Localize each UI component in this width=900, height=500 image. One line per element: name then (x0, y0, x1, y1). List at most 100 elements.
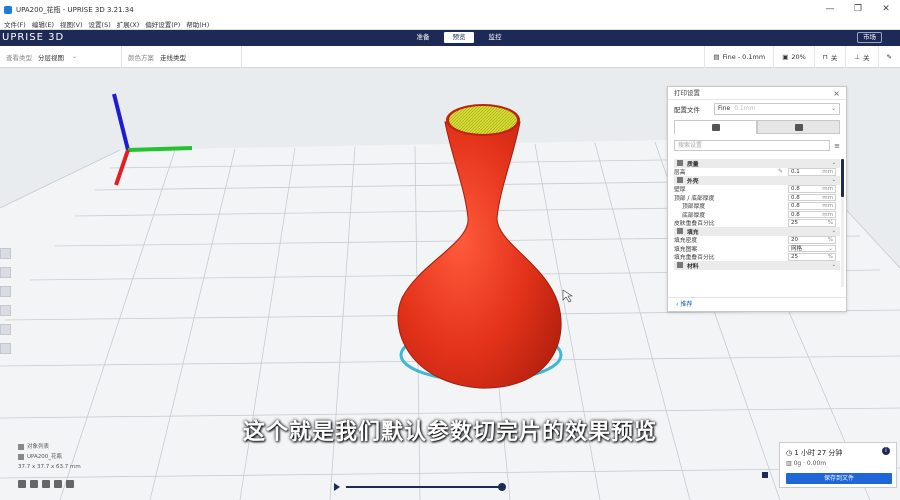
setting-value-input[interactable]: 0.8 mm (788, 210, 836, 218)
mirror-tool-icon[interactable] (0, 305, 11, 316)
close-icon[interactable]: × (833, 87, 840, 100)
setting-value: 网格 (791, 245, 803, 252)
infill-summary-value: 20% (791, 53, 806, 61)
color-scheme-value: 走线类型 (160, 53, 186, 62)
extruder-icon (794, 123, 803, 131)
infill-icon: ▣ (782, 53, 789, 61)
move-tool-icon[interactable] (0, 248, 11, 259)
menu-view[interactable]: 视图(V) (60, 19, 83, 29)
view-mode-icon[interactable] (762, 472, 768, 478)
adhesion-icon: ⊥ (854, 53, 861, 61)
setting-value: 0.8 (791, 203, 800, 209)
view-type-selector[interactable]: 查看类型 分层视图 ⌄ (0, 45, 122, 68)
chevron-down-icon[interactable]: ⌄ (832, 262, 836, 268)
setting-value-input[interactable]: 20% (788, 236, 836, 244)
window-title: UPA200_花瓶 - UPRISE 3D 3.21.34 (16, 5, 134, 14)
recommended-label: 推荐 (680, 301, 693, 308)
settings-search-row: 搜索设置 ≡ (668, 138, 846, 153)
setting-value-input[interactable]: 网格 ⌄ (788, 244, 836, 252)
view-front-icon[interactable] (30, 480, 38, 488)
marketplace-button[interactable]: 市场 (857, 32, 882, 43)
layer-simulation-bar (334, 482, 506, 492)
profile-dropdown-value: Fine (718, 105, 731, 112)
setting-row: 壁厚 0.8 mm (674, 185, 840, 193)
view-left-icon[interactable] (54, 480, 62, 488)
settings-category: 外壳 ⌄ (674, 176, 840, 185)
material-usage: ▥ 0g · 0.00m (786, 460, 827, 467)
setting-value-input[interactable]: 25% (788, 253, 836, 261)
setting-row: 顶部 / 底部厚度 0.8 mm (674, 193, 840, 202)
settings-list[interactable]: 质量 ⌄ 层高 ✎ 0.1 mm 外壳 ⌄ 壁厚 0.8 mm 顶部 / 底部厚度 0.8 mm 顶部厚度 0… (674, 159, 840, 287)
view-top-icon[interactable] (42, 480, 50, 488)
category-icon (677, 160, 683, 167)
extruder-tabs (674, 120, 840, 134)
menu-help[interactable]: 帮助(H) (186, 19, 209, 29)
support-summary[interactable]: ⊓ 关 (813, 46, 846, 68)
maximize-icon[interactable]: ❐ (844, 0, 872, 19)
minimize-icon[interactable]: — (816, 0, 844, 19)
profile-dropdown[interactable]: Fine 0.1mm ⌄ (714, 103, 840, 115)
support-blocker-icon[interactable] (0, 343, 11, 354)
menu-edit[interactable]: 编辑(E) (32, 19, 54, 29)
object-list-title: 对象列表 (27, 444, 50, 450)
setting-unit: % (827, 254, 833, 260)
layers-icon: ▤ (713, 53, 720, 61)
tab-extruder-2[interactable] (757, 120, 840, 134)
tab-monitor[interactable]: 监控 (480, 32, 510, 43)
setting-row: 填充重叠百分比 25% (674, 253, 840, 261)
view-3d-icon[interactable] (18, 480, 26, 488)
tab-extruder-1[interactable] (674, 120, 757, 134)
setting-unit: mm (822, 211, 833, 218)
menu-preferences[interactable]: 偏好设置(P) (145, 19, 180, 29)
adhesion-summary[interactable]: ⊥ 关 (845, 46, 877, 68)
settings-scroll-thumb[interactable] (841, 159, 844, 197)
setting-value-input[interactable]: 25% (788, 219, 836, 227)
play-icon[interactable] (334, 483, 340, 491)
setting-row: 填充图案 网格 ⌄ (674, 244, 840, 253)
menu-extensions[interactable]: 扩展(X) (117, 19, 140, 29)
tab-prepare[interactable]: 准备 (408, 32, 438, 43)
menu-file[interactable]: 文件(F) (4, 19, 26, 29)
info-icon[interactable]: i (882, 447, 890, 455)
recommended-button[interactable]: ‹ 推荐 (668, 297, 846, 311)
settings-search-input[interactable]: 搜索设置 (674, 140, 831, 151)
tab-preview[interactable]: 预览 (444, 32, 474, 43)
edit-settings-button[interactable]: ✎ (877, 46, 900, 68)
object-list-item[interactable]: UPA200_花瓶 (18, 452, 81, 462)
reset-pencil-icon[interactable]: ✎ (778, 168, 783, 175)
app-header: UPRISE 3D 准备 预览 监控 市场 (0, 30, 900, 46)
print-estimate-panel: ◷ 1 小时 27 分钟 i ▥ 0g · 0.00m 保存到文件 (779, 442, 897, 488)
menu-icon[interactable]: ≡ (834, 142, 840, 150)
setting-value-input[interactable]: 0.8 mm (788, 202, 836, 210)
save-to-file-button[interactable]: 保存到文件 (786, 473, 892, 484)
setting-row: 层高 ✎ 0.1 mm (674, 168, 840, 176)
per-model-settings-icon[interactable] (0, 324, 11, 335)
setting-value-input[interactable]: 0.1 mm (788, 168, 836, 176)
layer-slider-track[interactable] (346, 486, 500, 488)
chevron-down-icon[interactable]: ⌄ (832, 228, 836, 234)
chevron-down-icon[interactable]: ⌄ (832, 177, 836, 183)
window-controls: — ❐ ✕ (816, 0, 900, 19)
layer-slider-handle[interactable] (498, 483, 506, 491)
menu-settings[interactable]: 设置(S) (89, 19, 111, 29)
setting-value: 0.8 (791, 194, 800, 201)
infill-summary[interactable]: ▣ 20% (773, 46, 814, 68)
panel-title: 打印设置 (674, 89, 700, 97)
view-right-icon[interactable] (66, 480, 74, 488)
scale-tool-icon[interactable] (0, 267, 11, 278)
setting-row: 填充密度 20% (674, 236, 840, 244)
print-settings-summary[interactable]: ▤ Fine - 0.1mm ▣ 20% ⊓ 关 ⊥ 关 ✎ (704, 46, 900, 68)
view-type-label: 查看类型 (6, 53, 32, 62)
setting-value-input[interactable]: 0.8 mm (788, 193, 836, 201)
setting-value-input[interactable]: 0.8 mm (788, 185, 836, 193)
extruder-icon (711, 124, 720, 131)
object-list-header[interactable]: 对象列表 (18, 442, 81, 452)
rotate-tool-icon[interactable] (0, 286, 11, 297)
profile-summary[interactable]: ▤ Fine - 0.1mm (704, 46, 773, 68)
chevron-down-icon[interactable]: ⌄ (832, 160, 836, 166)
close-icon[interactable]: ✕ (872, 0, 900, 19)
chevron-down-icon: ⌄ (830, 105, 836, 112)
color-scheme-selector[interactable]: 颜色方案 走线类型 (122, 45, 242, 68)
setting-unit: mm (822, 203, 833, 209)
chevron-down-icon: ⌄ (72, 53, 78, 60)
